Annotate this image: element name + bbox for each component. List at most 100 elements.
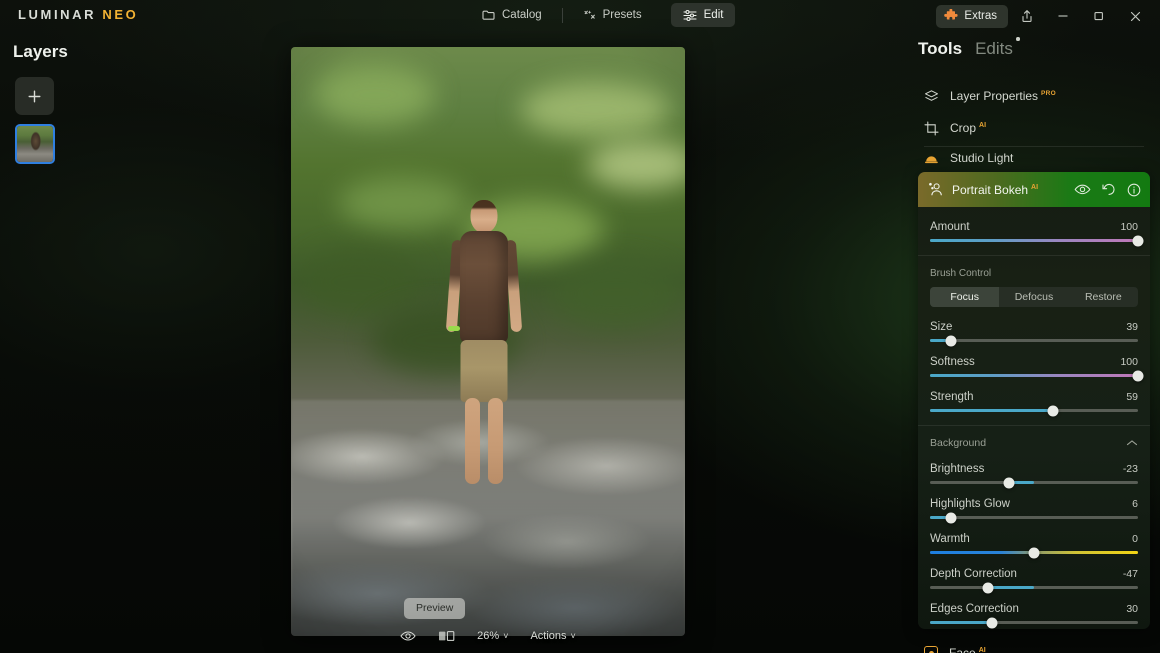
maximize-button[interactable]: [1082, 3, 1116, 29]
tab-edit[interactable]: Edit: [670, 3, 736, 27]
slider-strength-track[interactable]: [930, 405, 1138, 416]
subject-shorts: [460, 340, 508, 403]
main-nav-tabs: Catalog Presets Edit: [470, 3, 736, 27]
close-button[interactable]: [1118, 3, 1152, 29]
slider-brightness-knob[interactable]: [1003, 477, 1015, 488]
chevron-up-icon[interactable]: [1126, 439, 1138, 447]
slider-warmth-value: 0: [1132, 533, 1138, 545]
eye-icon[interactable]: [1074, 183, 1091, 196]
slider-softness-knob[interactable]: [1132, 370, 1144, 381]
brush-mode-focus[interactable]: Focus: [930, 287, 1000, 307]
tool-item-crop[interactable]: Crop AI: [918, 111, 1150, 145]
slider-softness-label: Softness: [930, 356, 975, 368]
studio-light-icon: [924, 153, 939, 164]
chevron-down-icon: ˅: [570, 631, 576, 641]
slider-warmth-knob[interactable]: [1028, 547, 1040, 558]
luminar-neo-window: LUMINAR NEO Catalog Presets Edit Extras …: [0, 0, 1160, 653]
slider-brightness-track[interactable]: [930, 477, 1138, 488]
slider-depth-correction-value: -47: [1122, 568, 1138, 580]
slider-size-track[interactable]: [930, 335, 1138, 346]
slider-edges-correction: Edges Correction 30: [918, 603, 1150, 628]
puzzle-piece-icon: [944, 9, 958, 23]
extras-button[interactable]: Extras: [936, 4, 1008, 28]
slider-warmth-track[interactable]: [930, 547, 1138, 558]
actions-dropdown[interactable]: Actions ˅: [519, 625, 586, 647]
tool-item-layer-properties[interactable]: Layer Properties PRO: [918, 79, 1150, 113]
edits-unread-dot: [1016, 37, 1020, 41]
bokeh-blob: [298, 247, 419, 318]
tool-item-studio-light[interactable]: Studio Light: [918, 145, 1150, 171]
brand-neo: NEO: [102, 7, 139, 22]
slider-highlights-glow-track[interactable]: [930, 512, 1138, 523]
brush-mode-defocus[interactable]: Defocus: [999, 287, 1068, 307]
slider-size-row: Size 39: [930, 321, 1138, 333]
slider-warmth-row: Warmth 0: [930, 533, 1138, 545]
slider-brightness-label: Brightness: [930, 463, 985, 475]
plus-icon: [26, 88, 43, 105]
subject-leg-left: [465, 398, 481, 485]
tab-edits[interactable]: Edits: [975, 37, 1020, 59]
slider-warmth-label: Warmth: [930, 533, 970, 545]
slider-size: Size 39: [918, 321, 1150, 346]
tools-panel-header: Tools Edits: [918, 37, 1020, 59]
portrait-bokeh-icon: [928, 182, 944, 197]
face-icon: [924, 646, 938, 653]
add-layer-button[interactable]: [15, 77, 54, 115]
slider-amount-knob[interactable]: [1132, 235, 1144, 246]
ai-badge: AI: [978, 647, 986, 653]
slider-strength-label: Strength: [930, 391, 974, 403]
compare-toggle-button[interactable]: [389, 625, 427, 647]
canvas-toolbar: 26% ˅ Actions ˅: [291, 624, 685, 648]
portrait-bokeh-header[interactable]: Portrait Bokeh AI: [918, 172, 1150, 207]
image-canvas[interactable]: [291, 47, 685, 636]
minimize-button[interactable]: [1046, 3, 1080, 29]
bokeh-blob: [586, 141, 685, 190]
divider-background: [918, 425, 1150, 426]
before-after-button[interactable]: [427, 625, 466, 647]
maximize-icon: [1093, 10, 1105, 22]
subject-head: [470, 200, 498, 234]
ai-badge: AI: [1031, 183, 1039, 191]
slider-brightness-row: Brightness -23: [930, 463, 1138, 475]
slider-strength-knob[interactable]: [1047, 405, 1059, 416]
tab-tools[interactable]: Tools: [918, 39, 962, 59]
reset-icon[interactable]: [1102, 183, 1116, 196]
bokeh-blob: [314, 64, 435, 125]
slider-softness-value: 100: [1120, 356, 1138, 368]
tool-item-label: Crop AI: [950, 121, 987, 135]
photo-subject: [441, 200, 527, 571]
actions-label: Actions: [530, 630, 567, 642]
slider-amount-row: Amount 100: [930, 221, 1138, 233]
slider-warmth: Warmth 0: [918, 533, 1150, 558]
slider-edges-correction-label: Edges Correction: [930, 603, 1019, 615]
layer-thumbnail[interactable]: [15, 124, 55, 164]
before-after-icon: [438, 630, 455, 642]
slider-softness: Softness 100: [918, 356, 1150, 381]
info-icon[interactable]: [1127, 183, 1141, 197]
share-button[interactable]: [1010, 3, 1044, 29]
slider-amount-track[interactable]: [930, 235, 1144, 246]
slider-softness-track[interactable]: [930, 370, 1144, 381]
zoom-level-dropdown[interactable]: 26% ˅: [466, 625, 519, 647]
slider-edges-correction-track[interactable]: [930, 617, 1138, 628]
slider-depth-correction: Depth Correction -47: [918, 568, 1150, 593]
slider-size-knob[interactable]: [945, 335, 957, 346]
ai-badge: AI: [979, 122, 987, 129]
slider-highlights-glow-knob[interactable]: [945, 512, 957, 523]
slider-brightness: Brightness -23: [918, 463, 1150, 488]
sparkle-icon: [583, 9, 596, 22]
subject-leg-right: [488, 398, 504, 485]
tool-item-face[interactable]: Face AI: [918, 638, 1150, 653]
slider-edges-correction-knob[interactable]: [986, 617, 998, 628]
crop-icon: [924, 120, 939, 136]
tool-item-label: Studio Light: [950, 151, 1014, 165]
background-section-header[interactable]: Background: [918, 437, 1150, 449]
subject-torso: [460, 231, 509, 344]
slider-softness-fill: [930, 374, 1138, 377]
slider-depth-correction-track[interactable]: [930, 582, 1138, 593]
tab-catalog[interactable]: Catalog: [470, 3, 554, 27]
preview-badge[interactable]: Preview: [404, 598, 466, 619]
brush-mode-restore[interactable]: Restore: [1069, 287, 1138, 307]
tab-presets[interactable]: Presets: [571, 3, 654, 27]
slider-depth-correction-knob[interactable]: [982, 582, 994, 593]
